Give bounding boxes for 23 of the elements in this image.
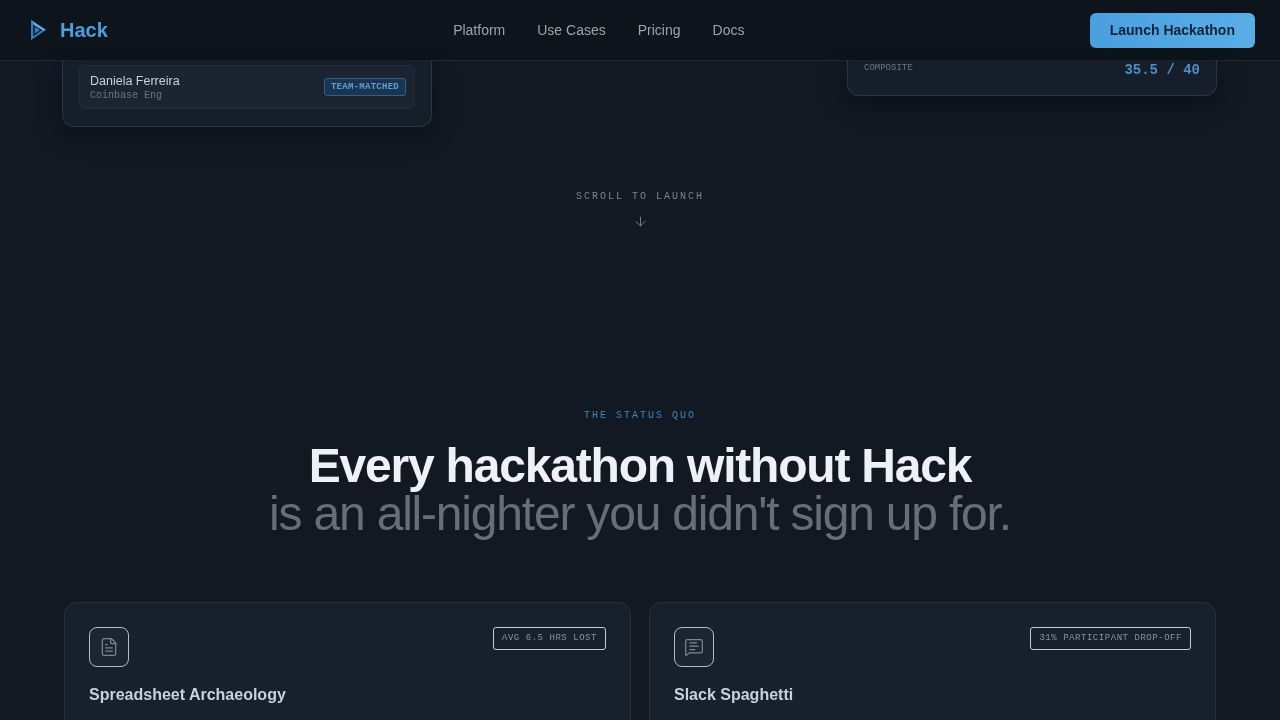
nav-link[interactable]: Platform xyxy=(453,19,506,41)
logo-icon xyxy=(30,19,47,41)
section-eyebrow: THE STATUS QUO xyxy=(584,409,696,423)
stat-badge: 31% PARTICIPANT DROP-OFF xyxy=(1030,627,1191,650)
document-icon xyxy=(89,627,129,667)
nav-link[interactable]: Docs xyxy=(712,19,745,41)
launch-hackathon-button[interactable]: Launch Hackathon xyxy=(1089,12,1255,48)
brand-logo[interactable]: Hack xyxy=(30,15,108,45)
participant-name: Daniela Ferreira xyxy=(90,72,180,89)
stat-badge: AVG 6.5 HRS LOST xyxy=(492,627,606,650)
nav-link[interactable]: Pricing xyxy=(637,19,681,41)
composite-label: COMPOSITE xyxy=(864,63,913,73)
section-headline: Every hackathon without Hack xyxy=(308,442,972,490)
team-matched-badge: TEAM-MATCHED xyxy=(323,78,406,96)
card-title: Spreadsheet Archaeology xyxy=(89,685,286,705)
brand-name: Hack xyxy=(60,18,108,43)
scroll-hint-label: SCROLL TO LAUNCH xyxy=(576,190,704,204)
arrow-down-icon xyxy=(632,214,648,229)
participant-company: Coinbase Eng xyxy=(90,88,163,102)
chat-bubble-icon xyxy=(674,627,714,667)
card-title: Slack Spaghetti xyxy=(674,685,794,705)
nav-link[interactable]: Use Cases xyxy=(537,19,606,41)
composite-score: 35.5 / 40 xyxy=(1124,62,1200,78)
